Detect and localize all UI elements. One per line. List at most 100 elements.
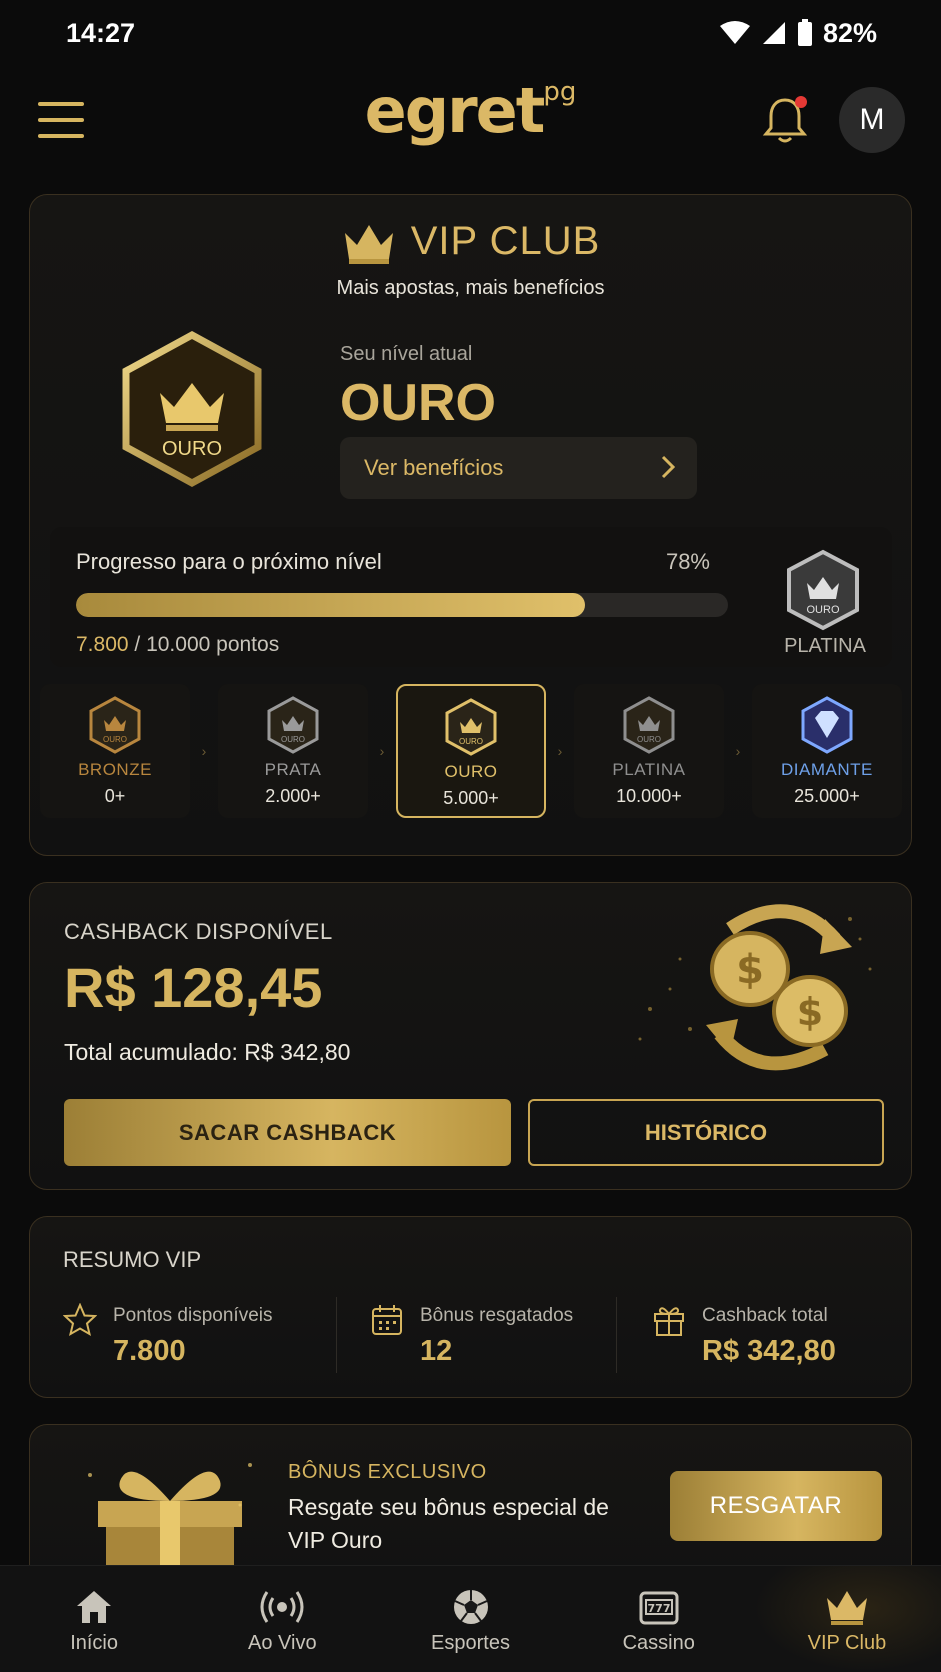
tier-badge-icon: OURO (623, 696, 675, 754)
status-bar: 14:27 82% (0, 0, 941, 66)
nav-sports-label: Esportes (431, 1632, 510, 1654)
bonus-label: BÔNUS EXCLUSIVO (288, 1461, 487, 1483)
notifications-button[interactable] (761, 94, 809, 146)
nav-sports[interactable]: Esportes (376, 1566, 564, 1672)
tier-points: 2.000+ (265, 786, 321, 806)
summary-cashback-label: Cashback total (702, 1305, 828, 1326)
level-tiers: OURO BRONZE 0+ › OURO PRATA 2.000+ › OURO OURO 5.0… (36, 683, 906, 819)
nav-casino-label: Cassino (622, 1632, 695, 1654)
logo-text: egret (364, 74, 546, 147)
nav-live-label: Ao Vivo (248, 1632, 317, 1654)
summary-cashback-value: R$ 342,80 (702, 1335, 836, 1367)
coins-cashback-illustration: $ $ (638, 904, 872, 1071)
level-tier-prata[interactable]: OURO PRATA 2.000+ (217, 684, 368, 818)
summary-title: RESUMO VIP (63, 1247, 202, 1272)
svg-text:777: 777 (647, 1602, 670, 1615)
soccer-ball-icon (453, 1590, 488, 1624)
battery-percent: 82% (822, 17, 877, 48)
wifi-icon (719, 21, 750, 44)
bonus-text: Resgate seu bônus especial de VIP Ouro (288, 1494, 609, 1553)
nav-live[interactable]: Ao Vivo (188, 1566, 376, 1672)
calendar-icon (372, 1305, 402, 1335)
vip-subtitle: Mais apostas, mais benefícios (336, 277, 605, 299)
nav-vip-club-label: VIP Club (807, 1632, 887, 1654)
divider (336, 1297, 337, 1373)
tier-arrow-icon: › (379, 743, 385, 759)
vip-club-card: VIP CLUB Mais apostas, mais benefícios O… (29, 194, 912, 856)
nav-casino[interactable]: 777 Cassino (565, 1566, 753, 1672)
tier-badge-label: OURO (103, 735, 127, 744)
redeem-bonus-button[interactable]: RESGATAR (670, 1471, 882, 1541)
status-icons: 82% (719, 18, 877, 49)
progress-label: Progresso para o próximo nível (76, 549, 382, 574)
tier-arrow-icon: › (201, 743, 207, 759)
status-time: 14:27 (66, 17, 136, 48)
cashback-total: Total acumulado: R$ 342,80 (64, 1039, 351, 1065)
next-badge-label: OURO (807, 604, 840, 616)
withdraw-cashback-button[interactable]: SACAR CASHBACK (64, 1099, 511, 1166)
history-button[interactable]: HISTÓRICO (528, 1099, 884, 1166)
platina-badge-icon: OURO (787, 549, 859, 631)
summary-bonuses-value: 12 (420, 1335, 453, 1367)
progress-points: 7.800 / 10.000 pontos (76, 633, 279, 657)
level-tier-bronze[interactable]: OURO BRONZE 0+ (40, 684, 190, 818)
star-icon (63, 1303, 97, 1337)
progress-percent: 78% (665, 549, 710, 574)
level-tier-platina[interactable]: OURO PLATINA 10.000+ (573, 684, 724, 818)
menu-icon[interactable] (36, 99, 86, 141)
current-level-name: OURO (340, 374, 496, 432)
view-benefits-label: Ver benefícios (364, 455, 504, 480)
logo-superscript: pg (543, 77, 577, 108)
slot-machine-icon: 777 (639, 1591, 679, 1625)
crown-icon (826, 1591, 867, 1625)
summary-bonuses-label: Bônus resgatados (420, 1305, 574, 1326)
tier-name: PLATINA (612, 760, 686, 779)
tier-arrow-icon: › (735, 743, 741, 759)
notification-dot (795, 96, 807, 108)
app-logo[interactable]: egretpg (365, 74, 577, 147)
svg-text:$: $ (736, 947, 764, 993)
tier-arrow-icon: › (557, 743, 563, 759)
view-benefits-button[interactable]: Ver benefícios (340, 437, 697, 499)
level-tier-diamante[interactable]: DIAMANTE 25.000+ (751, 684, 902, 818)
nav-home[interactable]: Início (0, 1566, 188, 1672)
current-level-label: Seu nível atual (340, 343, 473, 365)
app-header: egretpg M (0, 66, 941, 174)
progress-bar-fill (76, 593, 585, 617)
header-actions: M (761, 87, 905, 153)
tier-points: 25.000+ (794, 786, 860, 806)
tier-badge-label: OURO (459, 737, 483, 746)
avatar[interactable]: M (839, 87, 905, 153)
progress-bar (76, 593, 728, 617)
nav-vip-club[interactable]: VIP Club (752, 1566, 941, 1672)
tier-badge-label: OURO (637, 735, 661, 744)
battery-icon (797, 19, 812, 46)
target-points: / 10.000 pontos (134, 633, 280, 656)
vip-title-text: VIP CLUB (410, 219, 601, 263)
tier-badge-icon: OURO (267, 696, 319, 754)
crown-icon (344, 225, 393, 265)
tier-badge-icon: OURO (89, 696, 141, 754)
bottom-navigation: Início Ao Vivo Esportes 777 Cassino VIP … (0, 1565, 941, 1672)
svg-text:$: $ (797, 990, 823, 1034)
tier-points: 10.000+ (616, 786, 682, 806)
ouro-level-badge: OURO (122, 331, 262, 487)
level-tier-ouro[interactable]: OURO OURO 5.000+ (395, 684, 546, 818)
signal-icon (762, 22, 785, 44)
summary-points-label: Pontos disponíveis (113, 1305, 273, 1326)
tier-name: PRATA (264, 760, 322, 779)
tier-name: BRONZE (78, 760, 152, 779)
current-points: 7.800 (76, 633, 129, 656)
cashback-card: CASHBACK DISPONÍVEL R$ 128,45 Total acum… (29, 882, 912, 1190)
level-progress-panel: Progresso para o próximo nível 78% 7.800… (50, 527, 892, 667)
vip-summary-card: RESUMO VIP Pontos disponíveis 7.800 Bônu… (29, 1216, 912, 1398)
summary-points-value: 7.800 (113, 1335, 186, 1367)
tier-badge-icon: OURO (445, 698, 497, 756)
chevron-right-icon (661, 455, 675, 479)
home-icon (77, 1591, 112, 1623)
cashback-amount: R$ 128,45 (64, 956, 323, 1019)
tier-points: 0+ (104, 786, 126, 806)
badge-label: OURO (162, 438, 222, 460)
tier-name: DIAMANTE (781, 760, 873, 779)
cashback-label: CASHBACK DISPONÍVEL (64, 919, 333, 944)
